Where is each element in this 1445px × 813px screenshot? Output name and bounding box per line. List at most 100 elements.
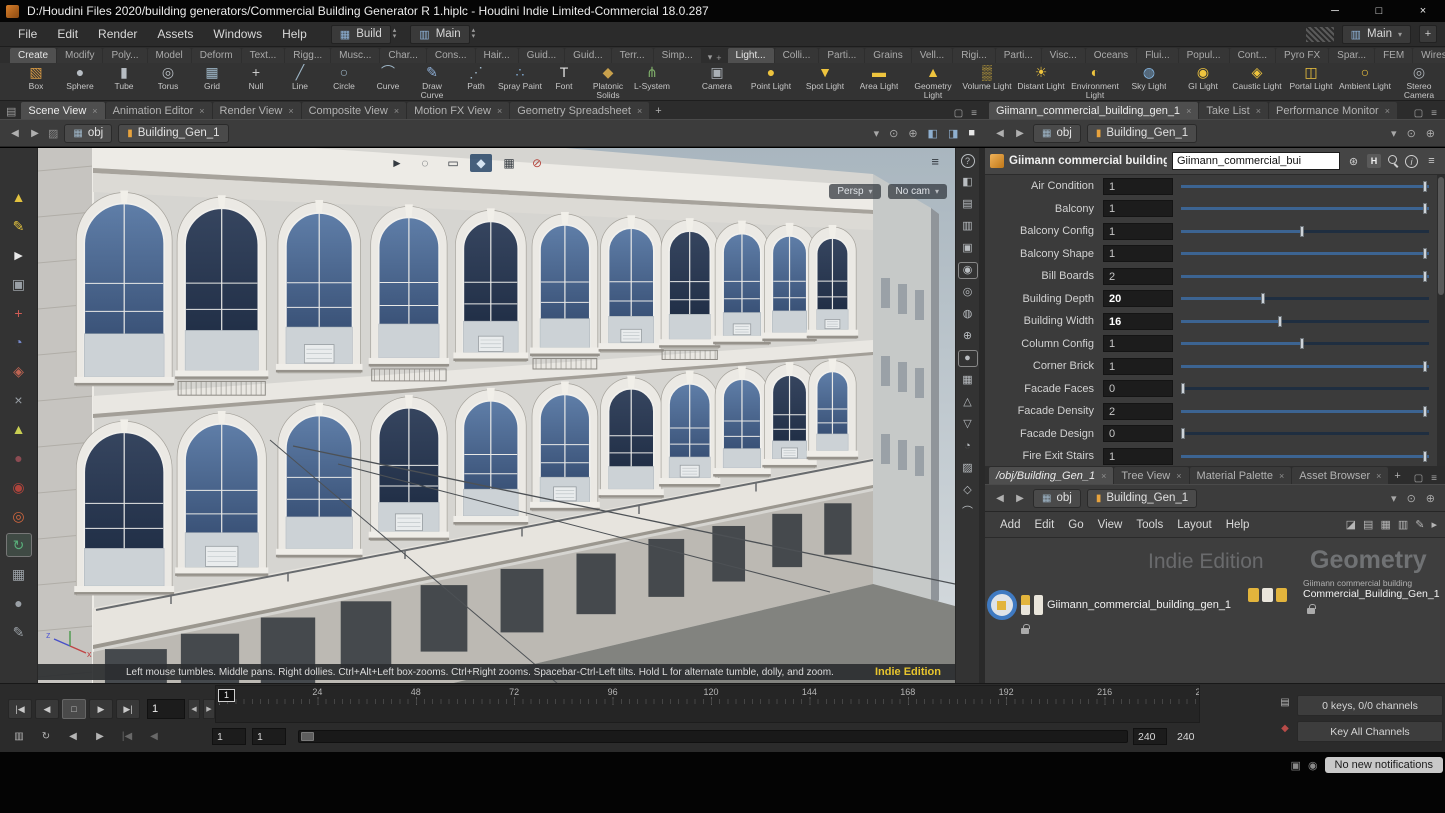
box-select-icon[interactable]: ▭ xyxy=(442,154,464,172)
tab-tree-view[interactable]: Tree View× xyxy=(1114,467,1188,484)
shelf-tab-visc[interactable]: Visc... xyxy=(1042,48,1085,63)
checkbox-icon[interactable]: ▢ xyxy=(1414,473,1423,484)
pane-menu-icon[interactable]: ▤ xyxy=(4,105,21,119)
shelf-tab-rigi[interactable]: Rigi... xyxy=(953,48,995,63)
parameter-scrollbar[interactable] xyxy=(1437,175,1445,466)
parameter-options-icon[interactable]: ≡ xyxy=(1423,155,1440,167)
node-flag-icon[interactable] xyxy=(1248,588,1259,602)
goto-start-button[interactable]: |◀ xyxy=(8,699,32,719)
shelf-tab-create[interactable]: Create xyxy=(10,48,56,63)
step-back-icon[interactable]: ◀ xyxy=(145,728,163,745)
param-slider[interactable] xyxy=(1181,224,1429,239)
frame-step-forward-icon[interactable]: ▶ xyxy=(203,699,215,719)
perspective-menu-button[interactable]: Persp▾ xyxy=(829,184,880,199)
frame-step-back-icon[interactable]: ◀ xyxy=(188,699,200,719)
normals-icon[interactable]: △ xyxy=(959,395,977,410)
close-tab-icon[interactable]: × xyxy=(1279,471,1284,481)
shelf-tab-pyro-fx[interactable]: Pyro FX xyxy=(1276,48,1328,63)
network-list-icon[interactable]: ▤ xyxy=(1363,518,1373,531)
slider-handle[interactable] xyxy=(1181,428,1185,439)
main-menu-selector[interactable]: ▥ Main xyxy=(410,25,469,44)
shelf-tab-colli[interactable]: Colli... xyxy=(775,48,819,63)
main-stepper[interactable]: ▴▾ xyxy=(472,28,476,40)
shelf-tool-ambient-light[interactable]: ○Ambient Light xyxy=(1338,63,1392,100)
range-start-field[interactable]: 1 xyxy=(212,728,246,745)
shelf-tab-guid[interactable]: Guid... xyxy=(519,48,564,63)
slider-handle[interactable] xyxy=(1423,248,1427,259)
stop-button[interactable]: □ xyxy=(62,699,86,719)
tab-animation-editor[interactable]: Animation Editor× xyxy=(106,102,212,119)
tab-composite-view[interactable]: Composite View× xyxy=(302,102,407,119)
select-mode-icon[interactable]: ► xyxy=(386,154,408,172)
param-value-field[interactable]: 0 xyxy=(1103,380,1173,397)
tab-giimann-commercial-building-gen-1[interactable]: Giimann_commercial_building_gen_1× xyxy=(989,102,1198,119)
shelf-tool-l-system[interactable]: ⋔L-System xyxy=(630,63,674,100)
shelf-tool-spot-light[interactable]: ▼Spot Light xyxy=(798,63,852,100)
node-flag2-icon[interactable] xyxy=(1276,588,1287,602)
pin-icon[interactable]: ⊙ xyxy=(887,127,900,140)
right-main-selector[interactable]: ▥ Main ▾ xyxy=(1342,25,1411,44)
param-slider[interactable] xyxy=(1181,359,1429,374)
param-value-field[interactable]: 16 xyxy=(1103,313,1173,330)
slider-handle[interactable] xyxy=(1278,316,1282,327)
close-tab-icon[interactable]: × xyxy=(92,106,97,116)
frame-range-slider[interactable] xyxy=(298,730,1128,743)
snap-toggle-icon[interactable]: ◆ xyxy=(470,154,492,172)
param-slider[interactable] xyxy=(1181,404,1429,419)
shelf-tab-terr[interactable]: Terr... xyxy=(612,48,653,63)
network-thumbs-icon[interactable]: ▥ xyxy=(1398,518,1408,531)
param-slider[interactable] xyxy=(1181,201,1429,216)
globe-icon[interactable]: ⊕ xyxy=(906,127,919,140)
network-menu-view[interactable]: View xyxy=(1091,519,1130,531)
param-slider[interactable] xyxy=(1181,179,1429,194)
forward-button[interactable]: ▶ xyxy=(28,128,42,139)
flipbook-icon[interactable]: ▥ xyxy=(10,728,28,745)
shelf-tool-curve[interactable]: ⌒Curve xyxy=(366,63,410,100)
shelf-tab-wires[interactable]: Wires xyxy=(1413,48,1445,63)
play-button[interactable]: ▶ xyxy=(89,699,113,719)
drag-grip[interactable] xyxy=(1306,27,1334,42)
param-value-field[interactable]: 1 xyxy=(1103,335,1173,352)
playback-end-field[interactable]: 240 xyxy=(1133,728,1167,745)
param-slider[interactable] xyxy=(1181,291,1429,306)
gear-icon[interactable]: ⊛ xyxy=(1345,155,1362,168)
network-menu-help[interactable]: Help xyxy=(1219,519,1257,531)
network-grid-icon[interactable]: ▦ xyxy=(1380,518,1390,531)
close-tab-icon[interactable]: × xyxy=(288,106,293,116)
path-chip-node[interactable]: ▮ Building_Gen_1 xyxy=(1087,489,1197,508)
tab-asset-browser[interactable]: Asset Browser× xyxy=(1292,467,1388,484)
pose-tool-icon[interactable]: + xyxy=(7,302,31,324)
param-slider[interactable] xyxy=(1181,426,1429,441)
tab-geometry-spreadsheet[interactable]: Geometry Spreadsheet× xyxy=(510,102,649,119)
network-menu-layout[interactable]: Layout xyxy=(1170,519,1219,531)
prev-key-icon[interactable]: ◀ xyxy=(64,728,82,745)
shelf-tab-poly[interactable]: Poly... xyxy=(103,48,146,63)
path-chip-obj[interactable]: ▦ obj xyxy=(1033,489,1081,508)
snapshot-square-icon[interactable]: ■ xyxy=(966,127,977,139)
param-slider[interactable] xyxy=(1181,381,1429,396)
tab-material-palette[interactable]: Material Palette× xyxy=(1190,467,1292,484)
path-dropdown-icon[interactable]: ▾ xyxy=(1389,492,1399,505)
snap-view-icon[interactable]: ⊕ xyxy=(959,329,977,344)
menu-windows[interactable]: Windows xyxy=(203,27,272,41)
node-flag-icon[interactable] xyxy=(1021,595,1030,615)
tab-performance-monitor[interactable]: Performance Monitor× xyxy=(1269,102,1397,119)
shelf-tool-camera[interactable]: ▣Camera xyxy=(690,63,744,100)
shelf-tool-grid[interactable]: ▦Grid xyxy=(190,63,234,100)
shelf-add-icon[interactable]: + xyxy=(716,53,721,63)
grid-tool-icon[interactable]: ▦ xyxy=(7,563,31,585)
layout-split-icon[interactable]: ◧ xyxy=(926,127,940,140)
close-tab-icon[interactable]: × xyxy=(1376,471,1381,481)
shelf-tab-vell[interactable]: Vell... xyxy=(912,48,952,63)
key-all-channels-button[interactable]: Key All Channels xyxy=(1297,721,1443,742)
shelf-dropdown-icon[interactable]: ▾ xyxy=(708,52,713,63)
param-slider[interactable] xyxy=(1181,314,1429,329)
shelf-tab-popul[interactable]: Popul... xyxy=(1179,48,1229,63)
tab-item[interactable]: + xyxy=(1389,467,1405,484)
shelf-tab-text[interactable]: Text... xyxy=(242,48,285,63)
brush-tool-icon[interactable]: ✎ xyxy=(7,215,31,237)
play-reverse-button[interactable]: ◀ xyxy=(35,699,59,719)
checkbox-icon[interactable]: ▢ xyxy=(954,108,963,119)
shelf-tool-platonic-solids[interactable]: ◆Platonic Solids xyxy=(586,63,630,100)
shelf-tab-modify[interactable]: Modify xyxy=(57,48,102,63)
